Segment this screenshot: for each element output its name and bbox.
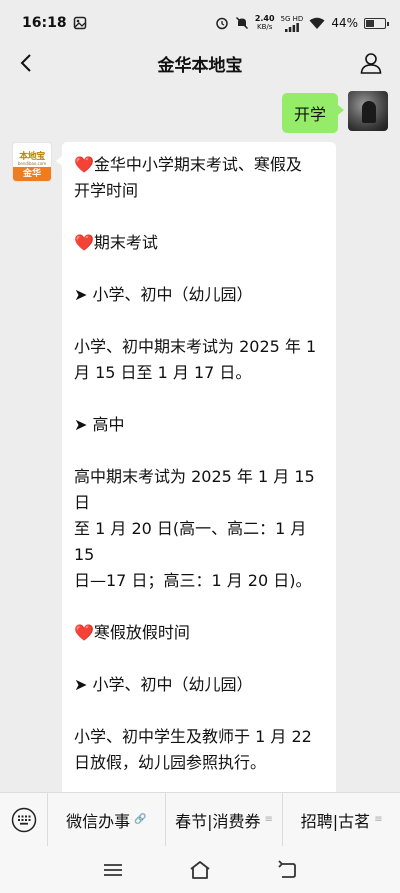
message-line: ➤ 小学、初中（幼儿园） [74, 282, 324, 308]
message-line: ❤️寒假放假时间 [74, 620, 324, 646]
message-line: 高中期末考试为 2025 年 1 月 15 日 [74, 464, 324, 516]
battery-fill [366, 19, 374, 27]
message-line-text: 开学时间 [74, 181, 139, 200]
submenu-icon: ≡ [264, 814, 273, 825]
battery-icon [364, 17, 389, 29]
message-line: ➤ 高中 [74, 412, 324, 438]
status-time: 16:18 [22, 15, 67, 31]
keyboard-icon [11, 807, 36, 832]
link-icon: 🔗 [134, 814, 147, 825]
message-line: 至 1 月 20 日(高一、高二：1 月 15 [74, 516, 324, 568]
outgoing-bubble[interactable]: 开学 [281, 93, 345, 133]
outgoing-message: 开学 [281, 91, 388, 133]
message-line: 小学、初中学生及教师于 1 月 22 [74, 724, 324, 750]
back-nav-icon[interactable] [276, 859, 298, 880]
message-line-text: 小学、初中期末考试为 2025 年 1 [74, 337, 317, 356]
menu-item-wechat-services[interactable]: 微信办事 🔗 [48, 792, 166, 847]
message-line: ❤️金华中小学期末考试、寒假及 [74, 152, 324, 178]
message-line-text: ➤ 小学、初中（幼儿园） [74, 675, 253, 694]
message-line-text: 期末考试 [93, 233, 158, 252]
message-line: 日放假，幼儿园参照执行。 [74, 750, 324, 776]
back-icon[interactable] [14, 50, 40, 76]
recent-apps-icon[interactable] [102, 862, 124, 878]
menu-item-label: 春节|消费券 [175, 811, 261, 831]
brand-avatar[interactable]: 本地宝 bendibao.com 金华 [12, 142, 52, 182]
mute-icon [235, 16, 248, 30]
heart-icon: ❤️ [74, 233, 94, 252]
message-line: ❤️期末考试 [74, 230, 324, 256]
user-avatar[interactable] [348, 91, 388, 131]
speed-value: 2.40 [254, 14, 275, 23]
menu-item-label: 招聘|古茗 [300, 811, 371, 831]
heart-icon: ❤️ [74, 623, 94, 642]
brand-logo-sub: bendibao.com [17, 161, 47, 166]
message-line: 日—17 日；高三：1 月 20 日)。 [74, 568, 324, 594]
message-line-text: 寒假放假时间 [93, 623, 190, 642]
incoming-bubble[interactable]: ❤️金华中小学期末考试、寒假及 开学时间 ❤️期末考试 ➤ 小学、初中（幼儿园） 小学、… [56, 142, 336, 792]
wifi-icon [309, 17, 325, 29]
home-icon[interactable] [188, 860, 212, 880]
avatar-figure [362, 101, 376, 123]
message-line-text: ➤ 小学、初中（幼儿园） [74, 285, 253, 304]
message-line-text: 日放假，幼儿园参照执行。 [74, 753, 267, 772]
brand-city: 金华 [13, 167, 51, 181]
status-bar: 16:18 2.40 KB/s 5G HD 44% [0, 0, 400, 46]
network-speed: 2.40 KB/s [254, 14, 275, 32]
message-line-text: 日—17 日；高三：1 月 20 日)。 [74, 571, 312, 590]
speed-unit: KB/s [256, 23, 273, 31]
menu-item-label: 微信办事 [66, 811, 131, 831]
message-line-text: 至 1 月 20 日(高一、高二：1 月 15 [74, 519, 307, 564]
message-line: ➤ 小学、初中（幼儿园） [74, 672, 324, 698]
incoming-message: 本地宝 bendibao.com 金华 ❤️金华中小学期末考试、寒假及 开学时间 ❤… [12, 142, 336, 792]
message-line: 月 15 日至 1 月 17 日。 [74, 360, 324, 386]
message-line-text: 月 15 日至 1 月 17 日。 [74, 363, 252, 382]
nav-bar: 金华本地宝 [0, 46, 400, 80]
message-line-text: 高中期末考试为 2025 年 1 月 15 日 [74, 467, 315, 512]
profile-icon[interactable] [358, 50, 384, 76]
menu-bar: 微信办事 🔗 春节|消费券 ≡ 招聘|古茗 ≡ [0, 792, 400, 847]
alarm-icon [216, 17, 228, 30]
menu-item-spring-festival[interactable]: 春节|消费券 ≡ [166, 792, 284, 847]
menu-item-jobs[interactable]: 招聘|古茗 ≡ [283, 793, 400, 847]
status-right: 2.40 KB/s 5G HD 44% [215, 14, 389, 32]
keyboard-toggle[interactable] [0, 792, 48, 847]
heart-icon: ❤️ [74, 155, 94, 174]
status-left: 16:18 [22, 15, 87, 31]
cellular-signal: 5G HD [280, 14, 304, 32]
page-title: 金华本地宝 [157, 55, 243, 76]
message-line-text: 小学、初中学生及教师于 1 月 22 [74, 727, 312, 746]
signal-icon [284, 22, 299, 32]
submenu-icon: ≡ [374, 814, 383, 825]
message-line-text: 金华中小学期末考试、寒假及 [93, 155, 302, 174]
message-line: 开学时间 [74, 178, 324, 204]
message-line-text: ➤ 高中 [74, 415, 125, 434]
message-line: 小学、初中期末考试为 2025 年 1 [74, 334, 324, 360]
network-type: 5G HD [280, 14, 304, 23]
system-nav-bar [0, 846, 400, 893]
gallery-notification-icon [73, 16, 86, 30]
battery-percent: 44% [331, 16, 358, 30]
chat-area[interactable]: 开学 本地宝 bendibao.com 金华 ❤️金华中小学期末考试、寒假及 开学… [0, 80, 400, 792]
